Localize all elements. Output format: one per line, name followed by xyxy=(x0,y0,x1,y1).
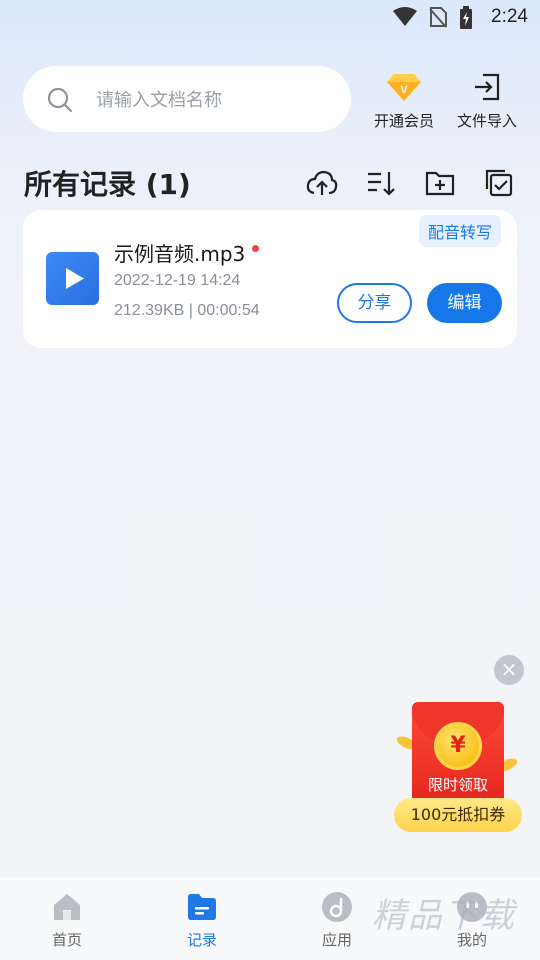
search-placeholder: 请输入文档名称 xyxy=(96,90,222,111)
promo-coupon-widget[interactable]: ¥ 限时领取 100元抵扣券 xyxy=(392,698,522,838)
coupon-pill[interactable]: 100元抵扣券 xyxy=(394,798,522,832)
file-date: 2022-12-19 14:24 xyxy=(114,272,241,289)
page-title: 所有记录 (1) xyxy=(24,168,191,201)
apps-icon xyxy=(322,892,352,922)
nav-item-records[interactable]: 记录 xyxy=(157,891,247,950)
status-bar: 2:24 xyxy=(0,0,540,36)
vip-button[interactable]: V 开通会员 xyxy=(364,72,444,131)
nav-label-apps: 应用 xyxy=(321,931,352,949)
new-indicator-dot xyxy=(252,245,259,252)
vip-diamond-icon: V xyxy=(387,74,421,101)
import-button[interactable]: 文件导入 xyxy=(447,72,527,131)
records-folder-icon xyxy=(188,894,216,920)
no-sim-icon xyxy=(429,7,447,28)
promo-close-button[interactable]: × xyxy=(494,655,524,685)
search-input[interactable]: 请输入文档名称 xyxy=(23,66,351,132)
nav-item-home[interactable]: 首页 xyxy=(22,891,112,950)
status-time: 2:24 xyxy=(491,6,528,27)
import-label: 文件导入 xyxy=(456,112,517,130)
sort-icon[interactable] xyxy=(365,167,397,199)
audio-file-icon xyxy=(46,252,99,305)
watermark: 精品下载 xyxy=(372,896,516,936)
file-meta: 212.39KB | 00:00:54 xyxy=(114,302,260,319)
new-folder-icon[interactable] xyxy=(424,167,456,199)
share-button[interactable]: 分享 xyxy=(337,283,412,323)
promo-text: 限时领取 xyxy=(427,776,488,794)
coin-icon: ¥ xyxy=(434,722,482,770)
wifi-icon xyxy=(393,7,417,26)
file-name: 示例音频.mp3 xyxy=(114,242,246,266)
home-icon xyxy=(54,894,80,920)
close-icon: × xyxy=(500,657,518,681)
edit-button[interactable]: 编辑 xyxy=(427,283,502,323)
battery-charging-icon xyxy=(460,6,472,29)
record-card[interactable]: 配音转写 示例音频.mp3 2022-12-19 14:24 212.39KB … xyxy=(23,210,517,348)
nav-label-home: 首页 xyxy=(51,931,82,949)
svg-text:V: V xyxy=(400,84,408,96)
multi-select-icon[interactable] xyxy=(483,167,515,199)
import-icon xyxy=(475,73,500,101)
nav-item-apps[interactable]: 应用 xyxy=(292,891,382,950)
vip-label: 开通会员 xyxy=(373,112,434,130)
nav-label-records: 记录 xyxy=(186,931,217,949)
dubbing-tag: 配音转写 xyxy=(418,215,501,247)
cloud-upload-icon[interactable] xyxy=(306,167,338,199)
search-icon xyxy=(47,87,73,113)
